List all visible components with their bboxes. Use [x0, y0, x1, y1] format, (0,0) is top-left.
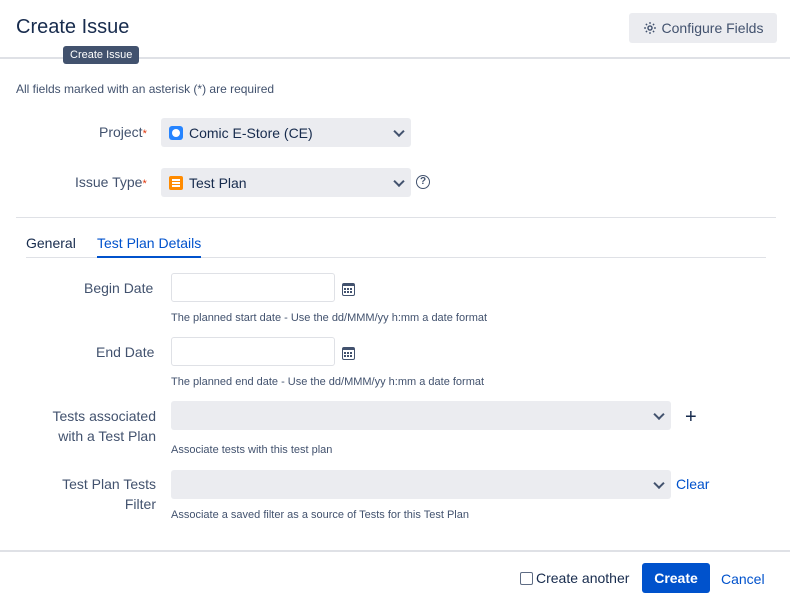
tab-test-plan-details[interactable]: Test Plan Details [97, 235, 202, 258]
end-date-hint: The planned end date - Use the dd/MMM/yy… [171, 376, 485, 388]
required-fields-note: All fields marked with an asterisk (*) a… [16, 82, 275, 96]
add-tests-icon[interactable]: + [685, 407, 697, 427]
tests-associated-select[interactable] [171, 401, 671, 430]
project-select[interactable]: Comic E-Store (CE) [161, 118, 411, 147]
chevron-down-icon [653, 477, 665, 489]
create-another-label: Create another [536, 570, 630, 586]
issue-type-label: Issue Type* [75, 174, 147, 190]
begin-date-input[interactable] [171, 273, 335, 302]
configure-fields-label: Configure Fields [661, 20, 764, 36]
test-plan-filter-select[interactable] [171, 470, 671, 499]
issue-tabs: General Test Plan Details [26, 235, 766, 258]
section-divider [16, 217, 776, 218]
create-another-checkbox[interactable] [520, 571, 533, 585]
clear-filter-link[interactable]: Clear [676, 476, 709, 492]
end-date-label: End Date [96, 344, 155, 360]
dialog-title: Create Issue [16, 16, 130, 38]
chevron-down-icon [393, 125, 405, 137]
issue-type-select[interactable]: Test Plan [161, 168, 411, 197]
dialog-header: Create Issue Create Issue Configure Fiel… [0, 0, 790, 64]
configure-fields-button[interactable]: Configure Fields [629, 13, 777, 43]
tests-associated-hint: Associate tests with this test plan [171, 444, 333, 456]
cancel-link[interactable]: Cancel [721, 571, 765, 587]
chevron-down-icon [393, 175, 405, 187]
test-plan-filter-label: Test Plan Tests Filter [62, 476, 156, 512]
create-button[interactable]: Create [642, 563, 710, 593]
required-asterisk: * [142, 128, 147, 140]
chevron-down-icon [653, 408, 665, 420]
create-another-toggle[interactable]: Create another [520, 570, 629, 586]
project-label: Project* [99, 124, 147, 140]
calendar-icon[interactable] [342, 283, 355, 296]
issue-type-select-value: Test Plan [189, 174, 247, 191]
title-tooltip: Create Issue [63, 46, 140, 64]
end-date-input[interactable] [171, 337, 335, 366]
help-icon[interactable]: ? [416, 175, 430, 189]
required-asterisk: * [142, 178, 147, 190]
test-plan-icon [169, 175, 183, 190]
test-plan-filter-hint: Associate a saved filter as a source of … [171, 509, 469, 521]
calendar-icon[interactable] [342, 347, 355, 360]
begin-date-hint: The planned start date - Use the dd/MMM/… [171, 312, 488, 324]
project-avatar-icon [169, 125, 183, 140]
tab-general[interactable]: General [26, 235, 76, 258]
gear-icon [643, 22, 656, 34]
project-select-value: Comic E-Store (CE) [189, 124, 313, 141]
begin-date-label: Begin Date [84, 280, 154, 296]
tests-associated-label: Tests associated with a Test Plan [52, 408, 157, 444]
